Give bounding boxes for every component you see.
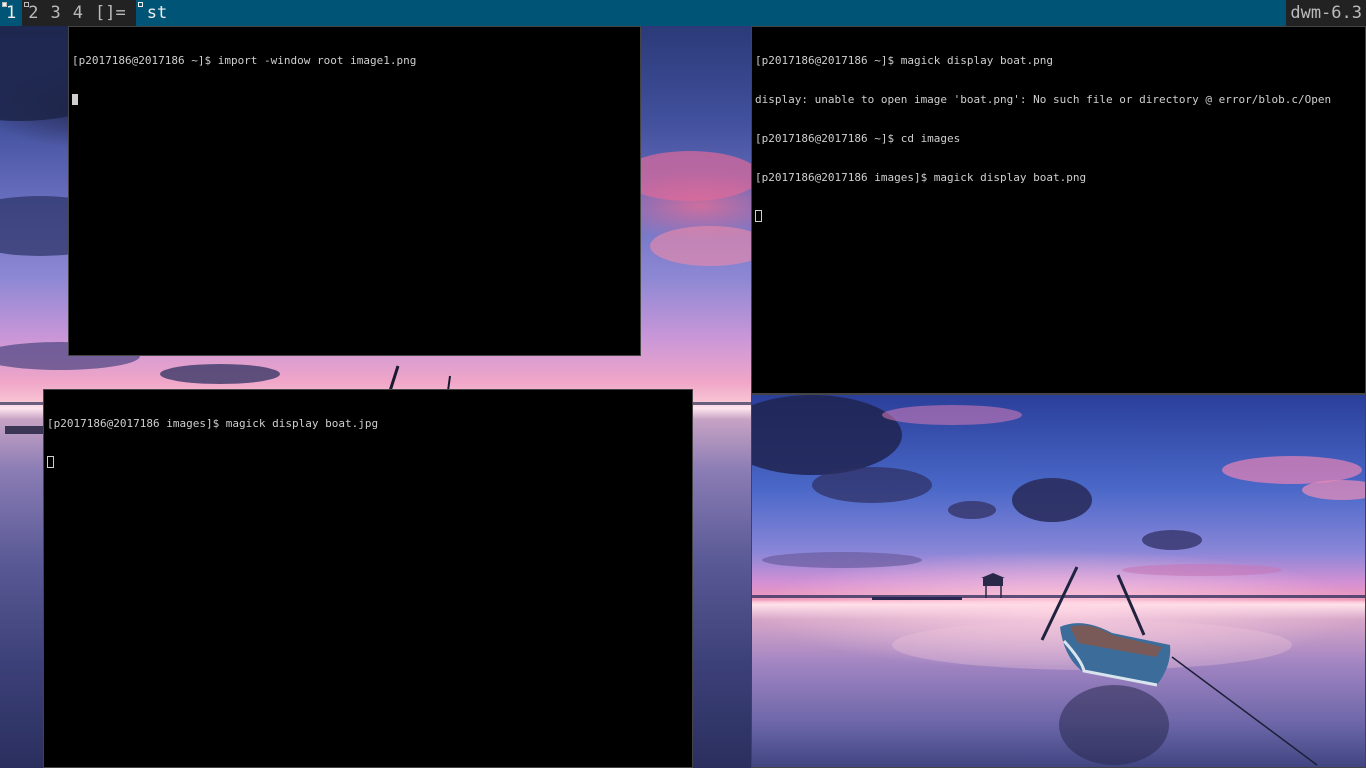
layout-symbol-label: []=	[95, 3, 126, 23]
boat-sunset-image	[752, 395, 1365, 767]
tag-label: 3	[50, 3, 61, 23]
window-title-label: st	[146, 3, 168, 23]
terminal-cursor	[72, 94, 78, 105]
terminal-line: [p2017186@2017186 ~]$ magick display boa…	[755, 54, 1054, 67]
status-text-label: dwm-6.3	[1290, 3, 1362, 23]
terminal-line: [p2017186@2017186 images]$ magick displa…	[755, 171, 1087, 184]
tag-4[interactable]: 4	[66, 0, 89, 26]
terminal-line: [p2017186@2017186 ~]$ cd images	[755, 132, 961, 145]
terminal-error-line: display: unable to open image 'boat.png'…	[755, 93, 1332, 106]
tag-label: 2	[28, 3, 39, 23]
terminal-line: [p2017186@2017186 images]$ magick displa…	[47, 417, 379, 430]
dwm-status-bar: 1 2 3 4 []= st dwm-6.3	[0, 0, 1366, 26]
terminal-line: [p2017186@2017186 ~]$ import -window roo…	[72, 54, 417, 67]
terminal-cursor	[755, 210, 762, 222]
image-viewer-window[interactable]	[751, 394, 1366, 768]
terminal-window-import[interactable]: [p2017186@2017186 ~]$ import -window roo…	[68, 26, 641, 356]
focused-window-title[interactable]: st	[135, 0, 1287, 26]
layout-symbol[interactable]: []=	[89, 0, 136, 26]
tag-2[interactable]: 2	[22, 0, 45, 26]
terminal-cursor	[47, 456, 54, 468]
status-text: dwm-6.3	[1286, 0, 1366, 26]
tag-occupied-marker	[2, 2, 7, 7]
terminal-window-display-jpg[interactable]: [p2017186@2017186 images]$ magick displa…	[43, 389, 693, 768]
tag-occupied-marker	[24, 2, 30, 7]
tag-label: 1	[6, 3, 17, 23]
floating-window-marker	[137, 2, 143, 7]
tag-1[interactable]: 1	[0, 0, 23, 26]
tag-label: 4	[72, 3, 83, 23]
tag-3[interactable]: 3	[44, 0, 67, 26]
terminal-window-display-png[interactable]: [p2017186@2017186 ~]$ magick display boa…	[751, 26, 1366, 394]
